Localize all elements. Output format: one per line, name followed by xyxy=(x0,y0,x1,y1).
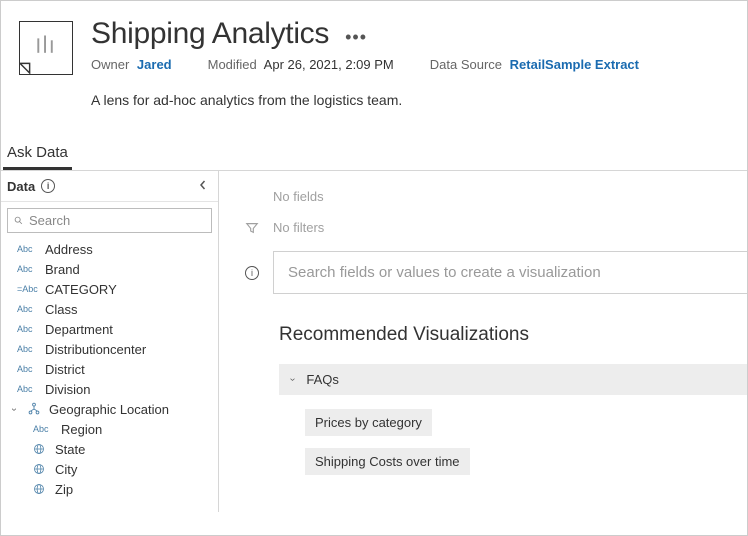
faqs-label: FAQs xyxy=(306,372,339,387)
field-item[interactable]: State xyxy=(7,439,212,459)
field-item[interactable]: Zip xyxy=(7,479,212,499)
sidebar: Data i Abc Address Abc Brand =Abc CATEGORY … xyxy=(1,171,219,512)
chevron-down-icon: › xyxy=(9,404,20,414)
field-search-box[interactable] xyxy=(7,208,212,233)
field-item[interactable]: =Abc CATEGORY xyxy=(7,279,212,299)
owner-link[interactable]: Jared xyxy=(137,57,172,72)
header: Shipping Analytics ••• Owner Jared Modif… xyxy=(1,1,747,122)
abc-type-icon: Abc xyxy=(17,344,37,354)
field-group-label: Geographic Location xyxy=(49,402,169,417)
field-item[interactable]: Abc District xyxy=(7,359,212,379)
field-label: Region xyxy=(61,422,102,437)
datasource-link[interactable]: RetailSample Extract xyxy=(510,57,639,72)
faqs-toggle[interactable]: › FAQs xyxy=(279,364,747,395)
field-item[interactable]: Abc Brand xyxy=(7,259,212,279)
field-label: Distributioncenter xyxy=(45,342,146,357)
field-item[interactable]: City xyxy=(7,459,212,479)
hierarchy-icon xyxy=(27,402,41,416)
page-title: Shipping Analytics xyxy=(91,17,329,51)
field-item[interactable]: Abc Address xyxy=(7,239,212,259)
abc-type-icon: Abc xyxy=(17,384,37,394)
tab-ask-data[interactable]: Ask Data xyxy=(3,138,72,170)
filter-icon xyxy=(245,221,259,235)
recommendations-heading: Recommended Visualizations xyxy=(279,324,747,346)
field-item[interactable]: Abc Class xyxy=(7,299,212,319)
globe-icon xyxy=(33,443,47,455)
field-label: Brand xyxy=(45,262,80,277)
calc-abc-type-icon: =Abc xyxy=(17,284,37,294)
abc-type-icon: Abc xyxy=(17,324,37,334)
more-actions-icon[interactable]: ••• xyxy=(345,21,367,48)
main-panel: No fields No filters i Recommended Visua… xyxy=(219,171,747,512)
abc-type-icon: Abc xyxy=(17,264,37,274)
globe-icon xyxy=(33,483,47,495)
faq-chip[interactable]: Shipping Costs over time xyxy=(305,448,470,475)
abc-type-icon: Abc xyxy=(17,364,37,374)
field-group[interactable]: › Geographic Location xyxy=(7,399,212,419)
field-item[interactable]: Abc Department xyxy=(7,319,212,339)
faq-chip[interactable]: Prices by category xyxy=(305,409,432,436)
abc-type-icon: Abc xyxy=(17,244,37,254)
description: A lens for ad-hoc analytics from the log… xyxy=(91,92,723,108)
field-label: Division xyxy=(45,382,91,397)
meta-row: Owner Jared Modified Apr 26, 2021, 2:09 … xyxy=(91,57,723,72)
owner-label: Owner xyxy=(91,57,129,72)
field-label: Department xyxy=(45,322,113,337)
abc-type-icon: Abc xyxy=(33,424,53,434)
viz-search-box[interactable] xyxy=(273,251,747,294)
field-label: City xyxy=(55,462,77,477)
field-label: District xyxy=(45,362,85,377)
abc-type-icon: Abc xyxy=(17,304,37,314)
modified-label: Modified xyxy=(208,57,257,72)
field-list: Abc Address Abc Brand =Abc CATEGORY Abc Clas… xyxy=(1,237,218,512)
field-label: Zip xyxy=(55,482,73,497)
lens-icon xyxy=(19,21,73,75)
field-item[interactable]: Abc Distributioncenter xyxy=(7,339,212,359)
field-label: CATEGORY xyxy=(45,282,117,297)
field-label: Class xyxy=(45,302,78,317)
field-item[interactable]: Abc Division xyxy=(7,379,212,399)
sidebar-heading: Data xyxy=(7,179,35,194)
field-label: State xyxy=(55,442,85,457)
modified-value: Apr 26, 2021, 2:09 PM xyxy=(264,57,394,72)
no-fields-hint: No fields xyxy=(273,189,324,204)
collapse-sidebar-button[interactable] xyxy=(198,177,208,195)
chevron-down-icon: › xyxy=(287,378,298,381)
datasource-label: Data Source xyxy=(430,57,502,72)
field-item[interactable]: Abc Region xyxy=(7,419,212,439)
tab-bar: Ask Data xyxy=(1,138,747,171)
no-filters-hint: No filters xyxy=(273,220,324,235)
search-icon xyxy=(14,214,23,227)
info-icon[interactable]: i xyxy=(41,179,55,193)
info-icon[interactable]: i xyxy=(245,266,259,280)
globe-icon xyxy=(33,463,47,475)
field-label: Address xyxy=(45,242,93,257)
field-search-input[interactable] xyxy=(29,213,205,228)
viz-search-input[interactable] xyxy=(288,264,733,281)
